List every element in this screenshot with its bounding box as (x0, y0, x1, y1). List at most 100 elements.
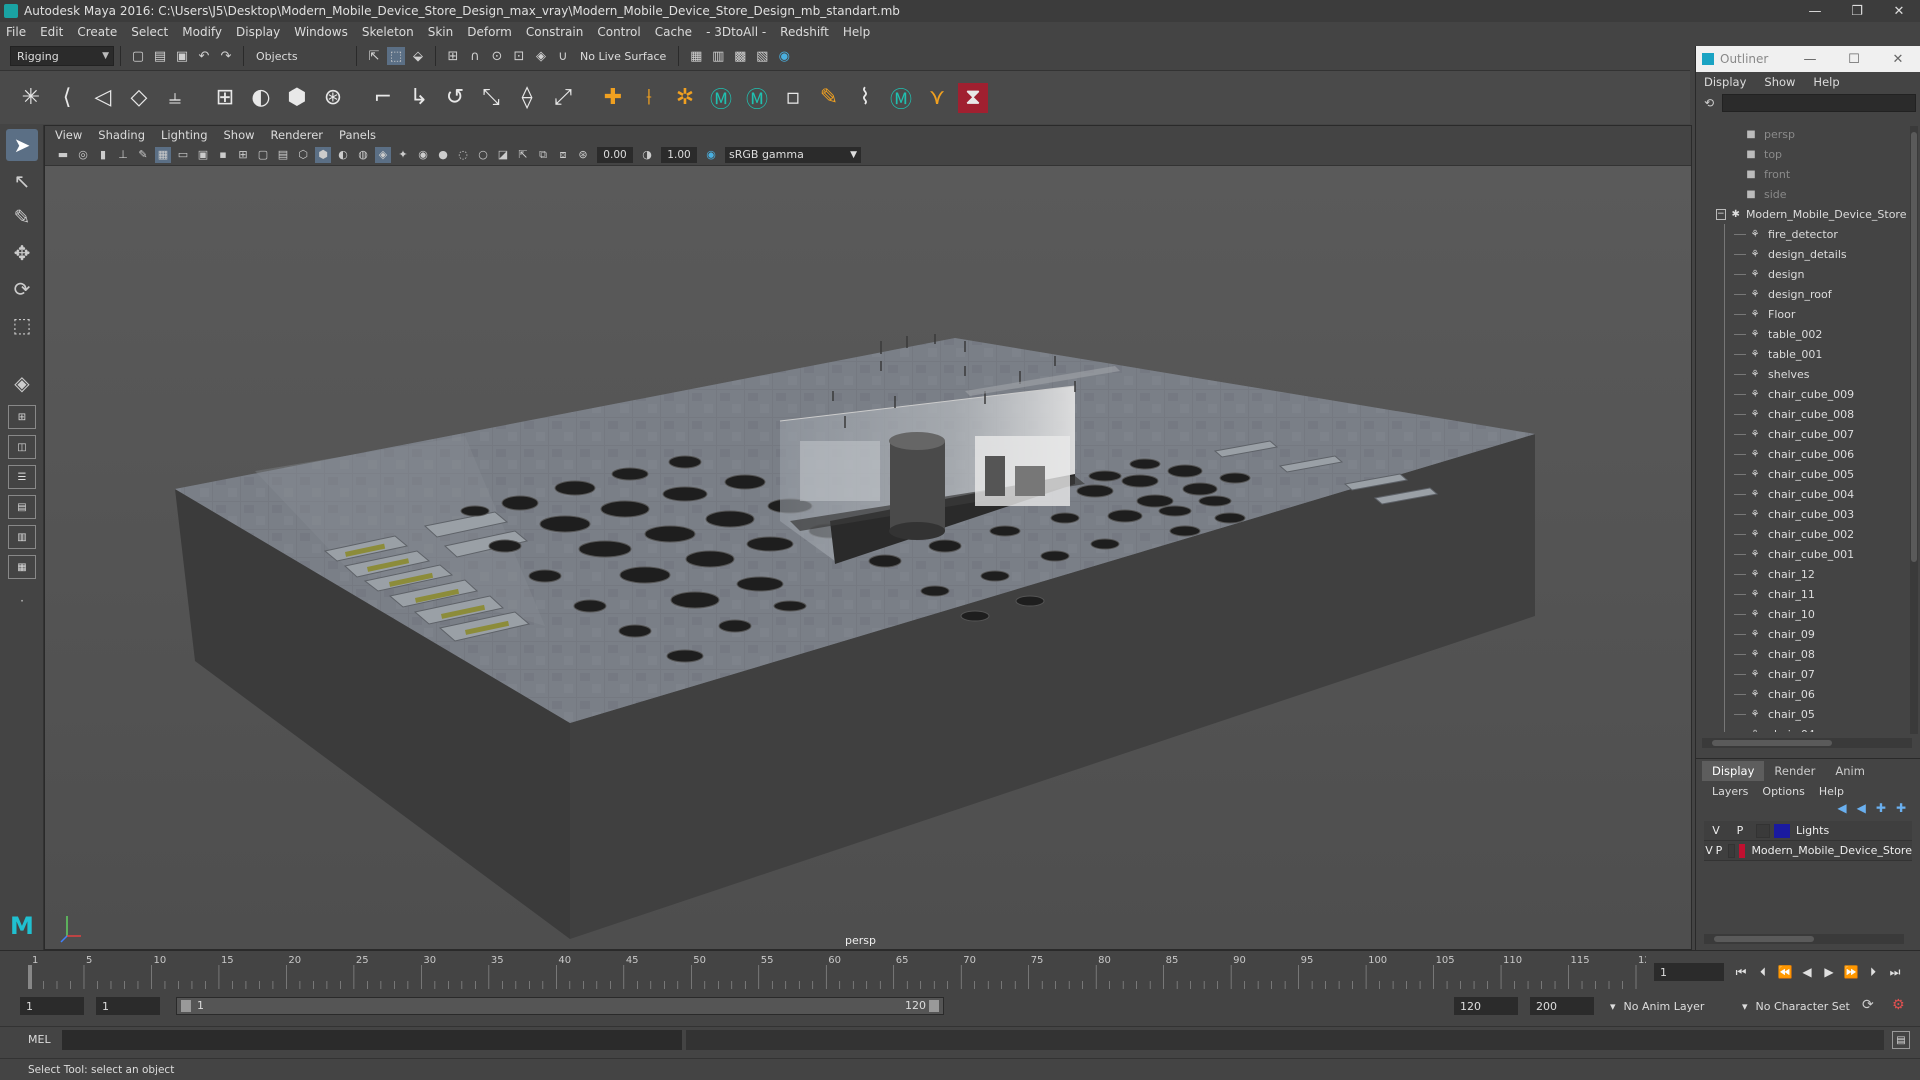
xray-components-icon[interactable]: ⧈ (555, 147, 571, 163)
motion-blur-icon[interactable]: ● (435, 147, 451, 163)
move-tool-icon[interactable]: ✥ (6, 237, 38, 269)
smooth-shade-icon[interactable]: ⬢ (315, 146, 331, 163)
outliner-item-row[interactable]: ⚘ fire_detector (1696, 224, 1906, 244)
vp-menu-show[interactable]: Show (224, 128, 255, 142)
wireframe-on-shaded-icon[interactable]: ◐ (335, 147, 351, 163)
isolate-select-icon[interactable]: ◪ (495, 147, 511, 163)
outliner-item-row[interactable]: ⚘ chair_11 (1696, 584, 1906, 604)
new-layer-selected-icon[interactable]: ✚ (1896, 801, 1906, 821)
ik-spline-icon[interactable]: ◁ (88, 83, 118, 113)
layer-type-toggle[interactable] (1756, 823, 1770, 838)
paint-icon[interactable]: ✎ (814, 83, 844, 113)
outliner-item-row[interactable]: ⚘ Floor (1696, 304, 1906, 324)
anim-layer-dropdown[interactable]: ▾ No Anim Layer (1604, 997, 1734, 1015)
outliner-item-row[interactable]: ⚘ chair_cube_006 (1696, 444, 1906, 464)
brush-icon[interactable]: ⌇ (850, 83, 880, 113)
vp-menu-lighting[interactable]: Lighting (161, 128, 207, 142)
film-gate-icon[interactable]: ▭ (175, 147, 191, 163)
step-back-key-icon[interactable]: ⏪ (1774, 963, 1796, 981)
outliner-item-row[interactable]: ⚘ chair_cube_007 (1696, 424, 1906, 444)
auto-key-icon[interactable]: ⟳ (1862, 997, 1874, 1013)
outliner-item-row[interactable]: ⚘ chair_05 (1696, 704, 1906, 724)
menu-constrain[interactable]: Constrain (526, 25, 584, 39)
move-layer-down-icon[interactable]: ◀ (1857, 801, 1866, 821)
animation-end-field[interactable]: 200 (1530, 997, 1594, 1015)
outliner-item-row[interactable]: ⚘ chair_12 (1696, 564, 1906, 584)
use-all-lights-icon[interactable]: ◈ (375, 146, 391, 163)
menu-windows[interactable]: Windows (294, 25, 348, 39)
layer-color-swatch[interactable] (1774, 823, 1790, 838)
camera-attributes-icon[interactable]: ◎ (75, 147, 91, 163)
outliner-item-row[interactable]: ⚘ design_roof (1696, 284, 1906, 304)
outliner-menu-show[interactable]: Show (1764, 75, 1795, 89)
tab-display[interactable]: Display (1702, 761, 1765, 781)
vp-menu-renderer[interactable]: Renderer (271, 128, 324, 142)
ik-fk-icon[interactable]: ⟊ (634, 83, 664, 113)
menu-skeleton[interactable]: Skeleton (362, 25, 414, 39)
outliner-vertical-scrollbar[interactable] (1910, 126, 1918, 734)
select-component-icon[interactable]: ⬙ (409, 47, 427, 65)
animation-start-field[interactable]: 1 (20, 997, 84, 1015)
vp-menu-panels[interactable]: Panels (339, 128, 376, 142)
script-editor-icon[interactable]: ▤ (1892, 1031, 1910, 1049)
save-scene-icon[interactable]: ▣ (173, 47, 191, 65)
ipr-render-icon[interactable]: ▩ (731, 47, 749, 65)
tab-render[interactable]: Render (1764, 761, 1825, 781)
menu-help[interactable]: Help (843, 25, 870, 39)
outliner-camera-row[interactable]: ■ persp (1696, 124, 1906, 144)
menu-edit[interactable]: Edit (40, 25, 63, 39)
playback-end-field[interactable]: 120 (1454, 997, 1518, 1015)
move-layer-up-icon[interactable]: ◀ (1837, 801, 1846, 821)
live-surface-label[interactable]: No Live Surface (580, 50, 666, 63)
range-start-handle[interactable] (181, 1000, 191, 1012)
textured-icon[interactable]: ◍ (355, 147, 371, 163)
outliner-item-row[interactable]: ⚘ table_002 (1696, 324, 1906, 344)
rotate-tool-icon[interactable]: ⟳ (6, 273, 38, 305)
command-language-label[interactable]: MEL (28, 1033, 51, 1046)
outliner-minimize-button[interactable]: — (1788, 46, 1832, 72)
outliner-item-row[interactable]: ⚘ chair_08 (1696, 644, 1906, 664)
outliner-item-row[interactable]: ⚘ chair_09 (1696, 624, 1906, 644)
menu-skin[interactable]: Skin (428, 25, 454, 39)
play-backwards-icon[interactable]: ◀ (1796, 963, 1818, 981)
outliner-layout-icon[interactable]: ☰ (8, 465, 36, 489)
script-layout-icon[interactable]: ▦ (8, 555, 36, 579)
outliner-item-row[interactable]: ⚘ shelves (1696, 364, 1906, 384)
scrollbar-thumb[interactable] (1712, 740, 1832, 746)
maya-rig-icon[interactable]: Ⓜ (706, 83, 736, 113)
layer-visibility-toggle[interactable]: V (1704, 824, 1728, 837)
layer-horizontal-scrollbar[interactable] (1704, 934, 1904, 944)
pole-vector-icon[interactable]: ⤢ (548, 83, 578, 113)
grid-toggle-icon[interactable]: ▦ (155, 146, 171, 163)
menu-file[interactable]: File (6, 25, 26, 39)
playback-start-field[interactable]: 1 (96, 997, 160, 1015)
cluster-icon[interactable]: ⊛ (318, 83, 348, 113)
step-forward-key-icon[interactable]: ⏩ (1840, 963, 1862, 981)
render-settings-icon[interactable]: ▦ (687, 47, 705, 65)
menu-cache[interactable]: Cache (655, 25, 692, 39)
shadows-icon[interactable]: ✦ (395, 147, 411, 163)
menu-redshift[interactable]: Redshift (780, 25, 829, 39)
menu-display[interactable]: Display (236, 25, 280, 39)
outliner-search-input[interactable] (1722, 94, 1916, 112)
undo-icon[interactable]: ↶ (195, 47, 213, 65)
layer-row[interactable]: V P Lights (1704, 821, 1912, 841)
point-constraint-icon[interactable]: ⌐ (368, 83, 398, 113)
menu-3dtoall[interactable]: - 3DtoAll - (706, 25, 766, 39)
gamma-field[interactable]: 1.00 (661, 146, 697, 163)
outliner-item-row[interactable]: ⚘ chair_cube_009 (1696, 384, 1906, 404)
time-slider[interactable]: 1 5 10 15 20 25 30 35 40 45 50 55 60 65 70 75 80 85 90 95 10… (0, 950, 1920, 989)
outliner-item-row[interactable]: ⚘ chair_cube_002 (1696, 524, 1906, 544)
paint-select-icon[interactable]: ✎ (6, 201, 38, 233)
insert-joint-icon[interactable]: ◇ (124, 83, 154, 113)
menu-modify[interactable]: Modify (182, 25, 222, 39)
snap-view-icon[interactable]: ⊡ (510, 47, 528, 65)
select-object-icon[interactable]: ⬚ (387, 47, 405, 65)
safe-action-icon[interactable]: ▢ (255, 147, 271, 163)
command-input[interactable] (62, 1030, 682, 1050)
layer-row[interactable]: V P Modern_Mobile_Device_Store (1704, 841, 1912, 861)
outliner-item-row[interactable]: ⚘ design (1696, 264, 1906, 284)
minimize-button[interactable]: — (1794, 0, 1836, 22)
menu-select[interactable]: Select (131, 25, 168, 39)
current-time-indicator[interactable] (28, 965, 32, 989)
